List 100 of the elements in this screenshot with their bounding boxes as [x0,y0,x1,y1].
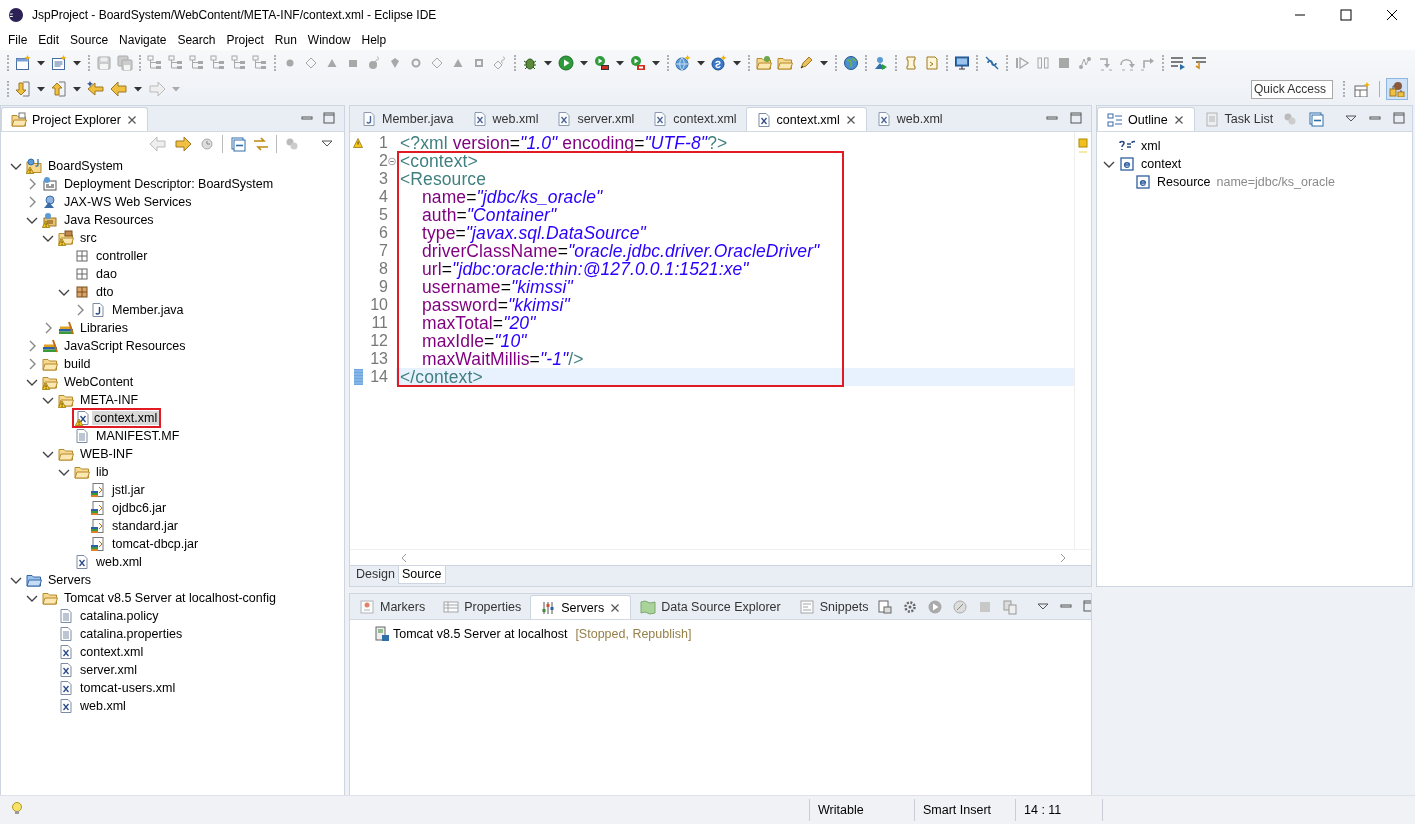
view-tab[interactable]: Servers [530,595,632,619]
return-arrow-icon[interactable] [1140,55,1156,71]
view-tab[interactable]: Properties [434,595,531,619]
tree-item[interactable]: catalina.properties [78,627,185,641]
back-arrow-icon[interactable] [149,136,167,152]
tree-item[interactable]: WebContent [62,375,136,389]
tree-item[interactable]: Servers [46,573,94,587]
editor-tab[interactable]: Member.java [352,107,463,131]
perspective-icon[interactable] [1353,81,1371,97]
tree-item[interactable]: WEB-INF [78,447,135,461]
tree-item[interactable]: dto [94,285,116,299]
tree-item[interactable]: src [78,231,99,245]
tree-structure-icon[interactable] [168,55,184,71]
tree-item[interactable]: jstl.jar [110,483,147,497]
tree-item[interactable]: tomcat-users.xml [78,681,178,695]
up-arrow-icon[interactable] [51,81,67,97]
scroll-left-icon[interactable] [400,552,408,563]
run-server-icon[interactable] [594,55,610,71]
globe-icon[interactable] [843,55,859,71]
tree-item[interactable]: Resource [1155,175,1213,189]
tree-item[interactable]: JavaScript Resources [62,339,188,353]
editor-tab[interactable]: web.xml [866,107,952,131]
tree-item[interactable]: web.xml [94,555,144,569]
tree-item[interactable]: controller [94,249,150,263]
link-arrows-icon[interactable] [253,136,269,152]
editor-tab[interactable]: context.xml [643,107,746,131]
tree-item[interactable]: Deployment Descriptor: BoardSystem [62,177,276,191]
down-arrow-icon[interactable] [15,81,31,97]
back-arrow-icon[interactable] [110,81,128,97]
lines-arrow-icon[interactable] [1191,55,1207,71]
resume-icon[interactable] [1014,55,1030,71]
open-folder-icon[interactable] [777,55,793,71]
menu-item[interactable]: Edit [32,33,65,47]
stop-server-icon[interactable] [630,55,646,71]
document-arrow-icon[interactable] [924,55,940,71]
tree-item[interactable]: tomcat-dbcp.jar [110,537,201,551]
tree-item[interactable]: web.xml [78,699,128,713]
java-ee-perspective-icon[interactable] [1388,81,1406,97]
tree-item[interactable]: catalina.policy [78,609,161,623]
tree-item[interactable]: BoardSystem [46,159,126,173]
run-icon[interactable] [558,55,574,71]
editor-tab[interactable]: web.xml [462,107,548,131]
menu-item[interactable]: Source [64,33,114,47]
tree-item[interactable]: Java Resources [62,213,156,227]
maximize-icon[interactable] [1340,9,1352,21]
tree-item[interactable]: ojdbc6.jar [110,501,169,515]
forward-arrow-icon[interactable] [174,136,192,152]
menu-item[interactable]: Run [268,33,302,47]
close-icon[interactable] [844,113,857,126]
close-icon[interactable] [1386,9,1398,21]
view-tab[interactable]: Data Source Explorer [631,595,790,619]
publish-icon[interactable] [1002,598,1019,615]
view-tab[interactable]: Project Explorer [1,107,148,131]
tree-structure-icon[interactable] [252,55,268,71]
view-tab[interactable]: Markers [350,595,435,619]
tree-item[interactable]: server.xml [78,663,139,677]
nodes-icon[interactable] [1077,55,1093,71]
view-tab[interactable]: Task List [1194,107,1283,131]
bug-icon[interactable] [522,55,538,71]
tree-item[interactable]: Tomcat v8.5 Server at localhost-config [62,591,278,605]
new-form-icon[interactable] [51,55,67,71]
close-icon[interactable] [609,601,622,614]
menu-item[interactable]: Project [220,33,269,47]
menu-item[interactable]: Navigate [113,33,172,47]
save-all-icon[interactable] [117,55,133,71]
tree-item[interactable]: context [1139,157,1184,171]
lines-arrow-icon[interactable] [1170,55,1186,71]
filter-icon[interactable] [284,136,300,152]
menu-item[interactable]: Search [171,33,221,47]
diamond-icon[interactable] [429,55,445,71]
tree-item[interactable]: Member.java [110,303,186,317]
tree-structure-icon[interactable] [210,55,226,71]
server-name[interactable]: Tomcat v8.5 Server at localhost [393,627,568,641]
quick-access-field[interactable]: Quick Access [1251,79,1333,99]
tree-item[interactable]: META-INF [78,393,141,407]
close-icon[interactable] [1172,113,1185,126]
menu-item[interactable]: Help [355,33,392,47]
figure-arrow-icon[interactable] [873,55,889,71]
tree-item[interactable]: MANIFEST.MF [94,429,182,443]
editor-mode-tab[interactable]: Source [397,566,446,584]
open-folder-icon[interactable] [756,55,772,71]
close-icon[interactable] [125,113,138,126]
tree-item[interactable]: context.xml [92,411,160,425]
pause-icon[interactable] [1035,55,1051,71]
step-arrow-icon[interactable] [1098,55,1114,71]
pen-icon[interactable] [798,55,814,71]
monitor-icon[interactable] [954,55,970,71]
tree-structure-icon[interactable] [147,55,163,71]
tree-item[interactable]: JAX-WS Web Services [62,195,194,209]
menu-item[interactable]: Window [301,33,356,47]
editor-tab[interactable]: server.xml [547,107,644,131]
globe-icon[interactable] [675,55,691,71]
scroll-icon[interactable] [903,55,919,71]
editor-tab[interactable]: context.xml [745,107,867,131]
tree-item[interactable]: context.xml [78,645,146,659]
stop-icon[interactable] [1056,55,1072,71]
tree-item[interactable]: lib [94,465,111,479]
editor-mode-tab[interactable]: Design [353,566,398,583]
fold-toggle-icon[interactable] [388,156,396,166]
collapse-all-icon[interactable] [1308,110,1325,127]
